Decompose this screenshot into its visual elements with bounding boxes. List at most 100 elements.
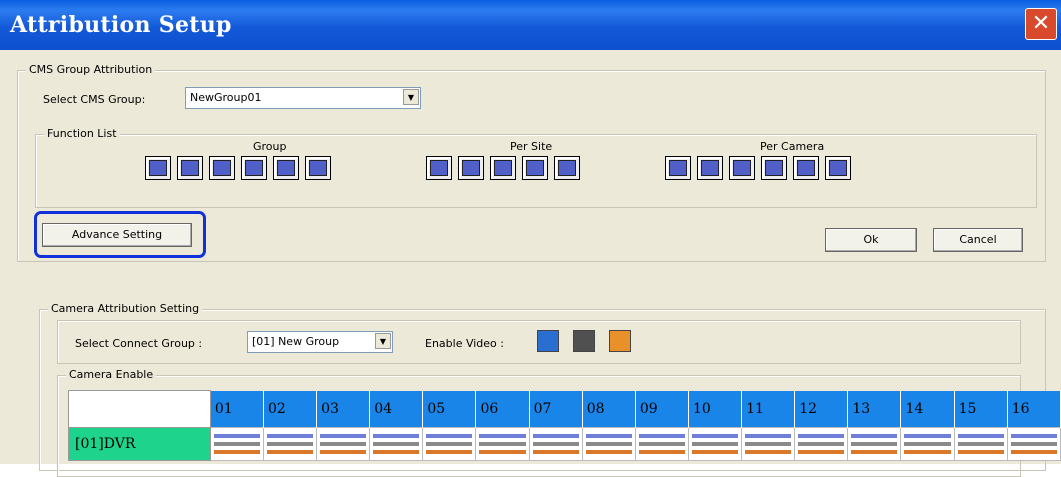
camera-cell[interactable] xyxy=(422,427,477,461)
camera-column-header[interactable]: 06 xyxy=(475,390,530,428)
camera-column-header[interactable]: 04 xyxy=(369,390,424,428)
camera-column-header[interactable]: 13 xyxy=(847,390,902,428)
ok-button[interactable]: Ok xyxy=(825,228,917,252)
dvr-row-label[interactable]: [01]DVR xyxy=(68,427,211,461)
attribute-line xyxy=(904,434,951,438)
camera-icon[interactable] xyxy=(609,330,631,352)
camera-column-header[interactable]: 12 xyxy=(794,390,849,428)
fullscreen-icon[interactable] xyxy=(665,156,691,180)
attribute-line xyxy=(691,450,739,454)
camera-column-header[interactable]: 03 xyxy=(316,390,371,428)
attribute-line xyxy=(745,450,792,454)
attribute-line xyxy=(745,442,792,446)
ptz-icon[interactable] xyxy=(793,156,819,180)
attribute-line xyxy=(213,434,260,438)
attribute-line xyxy=(851,450,898,454)
clock-icon[interactable] xyxy=(241,156,267,180)
camera-column-header[interactable]: 05 xyxy=(422,390,477,428)
record-icon[interactable] xyxy=(729,156,755,180)
attribute-line xyxy=(691,442,739,446)
close-button[interactable]: ✕ xyxy=(1025,8,1057,40)
connect-group-select[interactable]: [01] New Group ▼ xyxy=(247,331,393,353)
attribute-line xyxy=(532,450,579,454)
attribute-line xyxy=(957,434,1004,438)
title-bar[interactable]: Attribution Setup ✕ xyxy=(0,0,1061,50)
cms-group-legend: CMS Group Attribution xyxy=(26,63,156,76)
help-icon[interactable] xyxy=(273,156,299,180)
attribution-setup-window: Attribution Setup ✕ CMS Group Attributio… xyxy=(0,0,1061,477)
chevron-down-icon[interactable]: ▼ xyxy=(375,333,391,349)
arrow-left-icon[interactable] xyxy=(573,330,595,352)
attribute-line xyxy=(479,434,526,438)
camera-column-header[interactable]: 10 xyxy=(687,390,743,428)
connect-group-value: [01] New Group xyxy=(252,335,340,348)
fullscreen-icon-glyph xyxy=(669,160,687,176)
attribute-line xyxy=(320,442,367,446)
camera-cell[interactable] xyxy=(794,427,849,461)
camera-column-header[interactable]: 01 xyxy=(209,390,264,428)
camera-column-header[interactable]: 11 xyxy=(741,390,796,428)
camera-enable-grid: 01 02 03 04 05 06 07 08 09 10 11 12 13 14 15 16 [01]DVR xyxy=(68,390,1061,461)
camera-column-header[interactable]: 02 xyxy=(262,390,318,428)
split-view-icon[interactable] xyxy=(177,156,203,180)
grid-corner xyxy=(68,390,211,428)
camera-cell[interactable] xyxy=(741,427,796,461)
camera-cell[interactable] xyxy=(1006,427,1061,461)
monitor-icon[interactable] xyxy=(537,330,559,352)
cms-group-value: NewGroup01 xyxy=(190,91,262,104)
attribute-line xyxy=(638,450,685,454)
select-connect-group-label: Select Connect Group : xyxy=(75,337,203,350)
camera-column-header[interactable]: 15 xyxy=(953,390,1008,428)
camera-column-header[interactable]: 08 xyxy=(581,390,636,428)
camera-cell[interactable] xyxy=(687,427,743,461)
camera-column-header[interactable]: 16 xyxy=(1006,390,1061,428)
attribute-line xyxy=(532,442,579,446)
text-icon[interactable] xyxy=(761,156,787,180)
per-site-header: Per Site xyxy=(510,140,553,153)
attribute-line xyxy=(638,442,685,446)
network-icon-glyph xyxy=(213,160,231,176)
camera-cell[interactable] xyxy=(581,427,636,461)
camera-column-header[interactable]: 09 xyxy=(634,390,689,428)
chevron-down-icon[interactable]: ▼ xyxy=(403,89,419,105)
camera-cell[interactable] xyxy=(262,427,318,461)
audio-icon[interactable] xyxy=(825,156,851,180)
lock-icon[interactable] xyxy=(305,156,331,180)
camera-cell[interactable] xyxy=(847,427,902,461)
search-icon-glyph xyxy=(526,160,544,176)
camera-cell[interactable] xyxy=(953,427,1008,461)
attribute-line xyxy=(479,442,526,446)
camera-cell[interactable] xyxy=(316,427,371,461)
gear-icon[interactable] xyxy=(490,156,516,180)
connect-icon[interactable] xyxy=(426,156,452,180)
camera-attribution-legend: Camera Attribution Setting xyxy=(48,302,203,315)
camera-column-header[interactable]: 07 xyxy=(528,390,583,428)
search-icon[interactable] xyxy=(522,156,548,180)
attribute-line xyxy=(957,442,1004,446)
attribute-line xyxy=(585,434,632,438)
film-icon[interactable] xyxy=(458,156,484,180)
cancel-button[interactable]: Cancel xyxy=(933,228,1023,252)
camera-cell[interactable] xyxy=(475,427,530,461)
attribute-line xyxy=(479,450,526,454)
attribute-line xyxy=(957,450,1004,454)
cms-group-select[interactable]: NewGroup01 ▼ xyxy=(185,87,421,109)
network-icon[interactable] xyxy=(209,156,235,180)
camera-cell[interactable] xyxy=(369,427,424,461)
attribute-line xyxy=(1010,450,1057,454)
window-title: Attribution Setup xyxy=(10,12,232,38)
record-icon-glyph xyxy=(733,160,751,176)
edit-icon[interactable] xyxy=(697,156,723,180)
advance-setting-button[interactable]: Advance Setting xyxy=(42,223,192,247)
export-icon[interactable] xyxy=(554,156,580,180)
camera-cell[interactable] xyxy=(634,427,689,461)
attribute-line xyxy=(532,434,579,438)
attribute-line xyxy=(426,434,473,438)
attribute-line xyxy=(320,450,367,454)
camera-cell[interactable] xyxy=(900,427,955,461)
camera-column-header[interactable]: 14 xyxy=(900,390,955,428)
camera-cell[interactable] xyxy=(528,427,583,461)
arrow-left-icon-glyph xyxy=(149,160,167,176)
camera-cell[interactable] xyxy=(209,427,264,461)
arrow-left-icon[interactable] xyxy=(145,156,171,180)
